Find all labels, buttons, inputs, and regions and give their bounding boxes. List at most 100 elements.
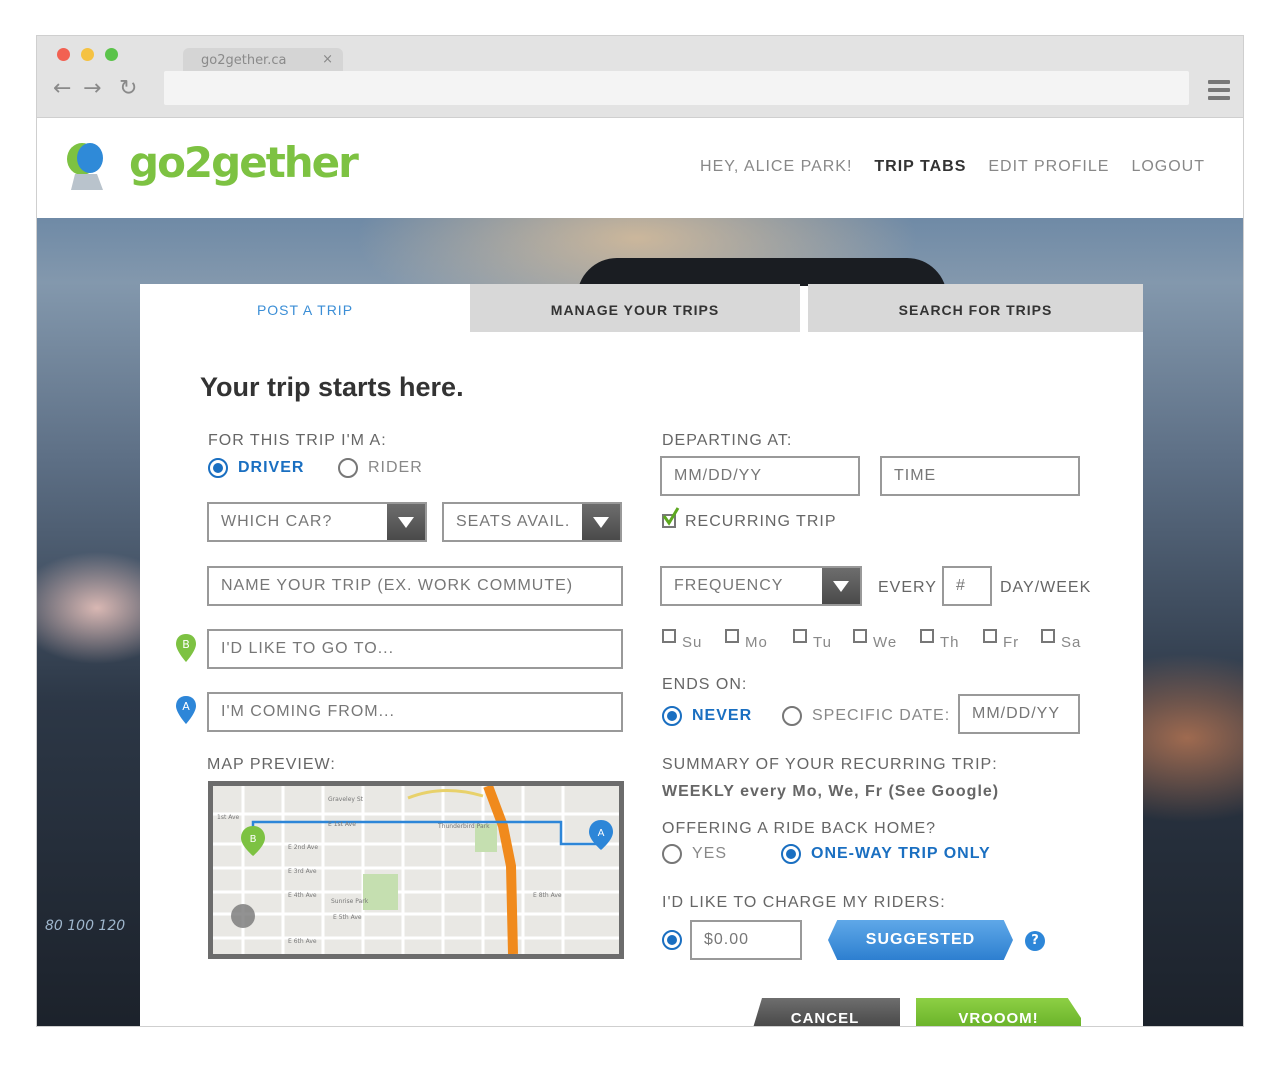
- map-street-label: E 6th Ave: [288, 938, 317, 945]
- frequency-value: FREQUENCY: [674, 577, 784, 594]
- browser-tab[interactable]: go2gether.ca ×: [183, 48, 343, 72]
- day-label-mo: Mo: [745, 634, 768, 651]
- forward-arrow-icon[interactable]: →: [83, 78, 101, 100]
- ride-back-yes-label[interactable]: YES: [692, 845, 727, 863]
- destination-pin-letter: B: [182, 638, 190, 651]
- ends-never-label[interactable]: NEVER: [692, 707, 752, 725]
- destination-input[interactable]: I'D LIKE TO GO TO...: [207, 629, 623, 669]
- day-checkbox-sa[interactable]: [1041, 629, 1055, 643]
- day-checkbox-su[interactable]: [662, 629, 676, 643]
- summary-label: SUMMARY OF YOUR RECURRING TRIP:: [662, 756, 998, 773]
- reload-icon[interactable]: ↻: [119, 78, 137, 100]
- chevron-down-icon: [582, 504, 620, 540]
- map-pin-b-letter: B: [250, 834, 257, 845]
- suggested-button[interactable]: SUGGESTED: [828, 920, 1013, 960]
- map-drawing: Graveley St 1st Ave E 1st Ave E 2nd Ave …: [213, 786, 619, 954]
- day-checkbox-we[interactable]: [853, 629, 867, 643]
- submit-vroom-button[interactable]: VROOOM!: [916, 998, 1081, 1026]
- ride-back-yes-radio[interactable]: [662, 844, 682, 864]
- origin-input[interactable]: I'M COMING FROM...: [207, 692, 623, 732]
- hero-background: 80 100 120 POST A TRIP MANAGE YOUR TRIPS…: [37, 218, 1243, 1026]
- driver-label[interactable]: DRIVER: [238, 459, 304, 477]
- charge-amount-input[interactable]: $0.00: [690, 920, 802, 960]
- origin-pin-letter: A: [182, 700, 190, 713]
- tab-manage-your-trips[interactable]: MANAGE YOUR TRIPS: [470, 284, 800, 332]
- help-icon[interactable]: ?: [1025, 931, 1045, 951]
- chevron-down-icon: [822, 568, 860, 604]
- minimize-window-dot[interactable]: [81, 48, 94, 61]
- one-way-label[interactable]: ONE-WAY TRIP ONLY: [811, 845, 991, 863]
- day-label-su: Su: [682, 634, 703, 651]
- trip-form-card: POST A TRIP MANAGE YOUR TRIPS SEARCH FOR…: [140, 284, 1143, 1026]
- map-preview[interactable]: Graveley St 1st Ave E 1st Ave E 2nd Ave …: [208, 781, 624, 959]
- seats-available-value: SEATS AVAIL.: [456, 513, 571, 530]
- maximize-window-dot[interactable]: [105, 48, 118, 61]
- frequency-select[interactable]: FREQUENCY: [660, 566, 862, 606]
- speedometer-decoration: 80 100 120: [45, 918, 126, 934]
- day-label-fr: Fr: [1003, 634, 1020, 651]
- day-checkbox-tu[interactable]: [793, 629, 807, 643]
- seats-available-select[interactable]: SEATS AVAIL.: [442, 502, 622, 542]
- end-date-input[interactable]: MM/DD/YY: [958, 694, 1080, 734]
- ends-specific-date-radio[interactable]: [782, 706, 802, 726]
- rider-label[interactable]: RIDER: [368, 459, 423, 477]
- site-header: go2gether HEY, ALICE PARK! TRIP TABS EDI…: [37, 118, 1243, 218]
- destination-pin-icon: B: [176, 634, 196, 662]
- day-checkbox-mo[interactable]: [725, 629, 739, 643]
- which-car-value: WHICH CAR?: [221, 513, 333, 530]
- origin-pin-icon: A: [176, 696, 196, 724]
- map-street-label: E 2nd Ave: [288, 844, 318, 851]
- one-way-radio[interactable]: [781, 844, 801, 864]
- nav-edit-profile[interactable]: EDIT PROFILE: [988, 158, 1109, 176]
- day-label-sa: Sa: [1061, 634, 1082, 651]
- rider-radio[interactable]: [338, 458, 358, 478]
- nav-greeting: HEY, ALICE PARK!: [700, 158, 853, 175]
- tab-search-for-trips[interactable]: SEARCH FOR TRIPS: [808, 284, 1143, 332]
- ends-specific-date-label[interactable]: SPECIFIC DATE:: [812, 707, 950, 725]
- departure-time-input[interactable]: TIME: [880, 456, 1080, 496]
- browser-chrome: go2gether.ca × ← → ↻: [37, 36, 1243, 118]
- address-bar[interactable]: [164, 71, 1189, 105]
- map-park-label: Sunrise Park: [331, 898, 369, 905]
- departure-time-placeholder: TIME: [894, 467, 937, 484]
- every-count-input[interactable]: #: [942, 566, 992, 606]
- hamburger-menu-icon[interactable]: [1208, 80, 1230, 104]
- cancel-button[interactable]: CANCEL: [750, 998, 900, 1026]
- day-label-we: We: [873, 634, 898, 651]
- every-count-value: #: [956, 577, 966, 594]
- map-street-label: E 8th Ave: [533, 892, 562, 899]
- map-park-label: Thunderbird Park: [437, 823, 490, 830]
- driver-radio[interactable]: [208, 458, 228, 478]
- role-label: FOR THIS TRIP I'M A:: [208, 432, 387, 449]
- recurring-trip-label[interactable]: RECURRING TRIP: [685, 513, 837, 531]
- checkmark-icon: [662, 507, 680, 526]
- tab-close-icon[interactable]: ×: [322, 52, 333, 67]
- chevron-down-icon: [387, 504, 425, 540]
- close-window-dot[interactable]: [57, 48, 70, 61]
- back-arrow-icon[interactable]: ←: [53, 78, 71, 100]
- charge-radio[interactable]: [662, 930, 682, 950]
- browser-tab-title: go2gether.ca: [201, 53, 287, 68]
- ends-never-radio[interactable]: [662, 706, 682, 726]
- day-checkbox-th[interactable]: [920, 629, 934, 643]
- day-week-label: DAY/WEEK: [1000, 579, 1092, 596]
- trip-name-placeholder: NAME YOUR TRIP (EX. WORK COMMUTE): [221, 577, 574, 594]
- logo-wordmark[interactable]: go2gether: [129, 138, 359, 187]
- departure-date-input[interactable]: MM/DD/YY: [660, 456, 860, 496]
- summary-value: WEEKLY every Mo, We, Fr (See Google): [662, 783, 1000, 800]
- nav-trip-tabs[interactable]: TRIP TABS: [874, 158, 966, 176]
- map-street-label: E 4th Ave: [288, 892, 317, 899]
- trip-name-input[interactable]: NAME YOUR TRIP (EX. WORK COMMUTE): [207, 566, 623, 606]
- day-label-tu: Tu: [813, 634, 832, 651]
- tab-post-a-trip[interactable]: POST A TRIP: [140, 284, 470, 332]
- departing-label: DEPARTING AT:: [662, 432, 793, 449]
- browser-window: go2gether.ca × ← → ↻ go2gether HEY, ALIC…: [37, 36, 1243, 1026]
- which-car-select[interactable]: WHICH CAR?: [207, 502, 427, 542]
- map-street-label: 1st Ave: [217, 814, 240, 821]
- departure-date-placeholder: MM/DD/YY: [674, 467, 762, 484]
- nav-logout[interactable]: LOGOUT: [1131, 158, 1205, 176]
- day-checkbox-fr[interactable]: [983, 629, 997, 643]
- map-street-label: Graveley St: [328, 796, 364, 803]
- every-label: EVERY: [878, 579, 937, 596]
- origin-placeholder: I'M COMING FROM...: [221, 703, 395, 720]
